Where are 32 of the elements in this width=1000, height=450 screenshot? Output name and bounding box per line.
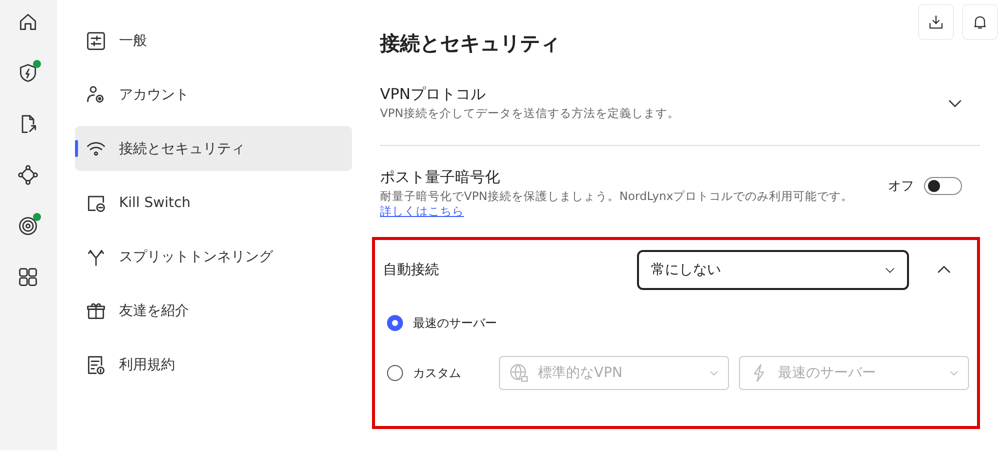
page-title: 接続とセキュリティ (380, 30, 561, 57)
setting-title: 自動接続 (383, 261, 440, 279)
status-dot (33, 213, 42, 221)
globe-lock-icon (508, 362, 530, 384)
notification-button[interactable] (962, 4, 998, 40)
toggle-switch[interactable] (924, 176, 962, 194)
download-icon (927, 13, 945, 31)
apps-icon (17, 266, 40, 288)
sidebar-item[interactable]: Kill Switch (74, 180, 352, 225)
selection-indicator (74, 140, 78, 157)
toggle-label: オフ (888, 178, 914, 194)
learn-more-link[interactable]: 詳しくはこちら (380, 204, 464, 219)
sliders-icon (84, 30, 107, 52)
dropdown[interactable]: 常にしない (637, 250, 909, 290)
setting-title: ポスト量子暗号化 (380, 168, 500, 187)
radio-button[interactable] (387, 315, 403, 331)
download-button[interactable] (918, 4, 954, 40)
setting-description: 耐量子暗号化でVPN接続を保護しましょう。NordLynxプロトコルでのみ利用可能です。 (380, 189, 854, 204)
option-label: カスタム (413, 364, 462, 382)
sidebar-item[interactable]: 利用規約 (74, 342, 352, 387)
sidebar-item[interactable]: 友達を紹介 (74, 288, 352, 333)
sidebar-item[interactable]: 一般 (74, 18, 352, 63)
setting-title: VPNプロトコル (380, 85, 486, 104)
sidebar-item[interactable]: 接続とセキュリティ (74, 126, 352, 171)
setting-description: VPN接続を介してデータを送信する方法を定義します。 (380, 106, 680, 121)
target-icon (17, 215, 40, 237)
network-icon (17, 164, 40, 186)
radio-button[interactable] (387, 365, 403, 381)
status-dot (33, 60, 42, 68)
option-label: 最速のサーバー (413, 314, 497, 332)
sidebar-item[interactable]: アカウント (74, 72, 352, 117)
sidebar-item[interactable]: スプリットトンネリング (74, 234, 352, 279)
